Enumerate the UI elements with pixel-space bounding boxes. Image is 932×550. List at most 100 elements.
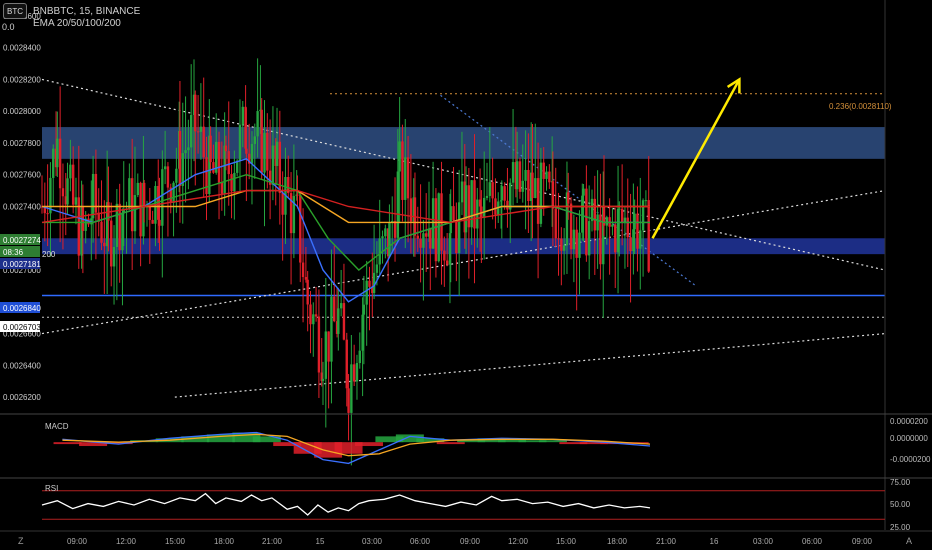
candle-body [406,157,410,199]
candle-body [321,378,325,381]
candle-body [71,164,75,205]
candle-body [46,213,49,215]
time-tick-label: 06:00 [802,537,823,546]
candle-body [312,314,315,325]
candle-body [506,200,509,210]
candle-body [518,161,522,192]
candle-body [378,238,381,265]
candle-body [419,238,422,248]
candle-body [281,193,284,215]
candle-body [61,188,65,197]
time-tick-label: 21:00 [262,537,283,546]
candle-body [401,141,404,200]
candle-body [457,202,461,254]
candle-body [112,246,116,267]
price-tick-label: 0.0028200 [3,75,41,84]
rsi-label: RSI [45,484,58,493]
candle-body [166,166,170,188]
candle-body [358,350,361,364]
auto-scale-icon[interactable]: A [906,536,912,546]
candle-body [309,304,312,325]
indicator-line: EMA 20/50/100/200 [33,18,121,29]
log-scale-icon[interactable]: Z [18,536,24,546]
candle-body [330,296,333,362]
candle-body [66,178,69,205]
partial-top-label: 0.0 [2,22,15,32]
candle-body [639,230,642,249]
candle-body [575,229,578,258]
price-tick-label: 0.0026200 [3,393,41,402]
candle-body [151,219,154,224]
candle-body [199,126,203,132]
candle-body [605,217,609,226]
candle-body [569,203,573,250]
candle-body [352,364,356,382]
candle-body [587,221,591,256]
candle-body [49,177,52,214]
candle-body [445,260,449,265]
price-tick-label: 0.0026400 [3,361,41,370]
candle-body [431,198,435,249]
candle-body [260,109,263,173]
candle-body [384,228,387,237]
price-tick-label: 0.0028000 [3,107,41,116]
candle-body [103,242,106,247]
candle-body [196,131,200,133]
candle-body [567,192,570,204]
candle-body [611,224,614,227]
candle-body [365,280,368,305]
candle-body [562,245,566,251]
candle-body [473,180,476,229]
candle-body [644,200,648,202]
candle-body [626,217,629,238]
chart-canvas[interactable]: MACD 0.0000200 0.0000000 -0.0000200 RSI 75.0… [0,0,932,550]
candle-body [623,217,627,223]
candle-body [56,138,59,168]
candle-body [299,194,302,263]
candle-body [396,171,400,238]
candle-body [375,264,379,273]
macd-label: MACD [45,422,69,431]
candle-body [425,233,428,237]
candle-body [618,208,621,210]
candle-body [263,132,266,173]
macd-histogram-bar [354,442,383,447]
candle-body [161,169,164,226]
candle-body [317,316,321,373]
time-tick-label: 03:00 [362,537,383,546]
candle-body [633,213,636,230]
price-tick-label: 0.0027800 [3,139,41,148]
candle-body [629,237,632,252]
candle-body [181,153,184,186]
candle-body [139,182,142,237]
candle-body [130,178,134,232]
time-tick-label: 18:00 [214,537,235,546]
candle-body [509,182,512,210]
candle-body [511,162,515,183]
candle-body [596,214,599,231]
macd-histogram-bar [53,442,82,445]
symbol-badge[interactable]: BTC [3,3,27,19]
dotted-level-label: 0.0026703 [3,323,41,332]
candle-body [266,132,269,171]
supply-zone [42,127,885,159]
candle-body [58,138,62,189]
candle-body [142,182,146,207]
macd-tick-label: 0.0000000 [890,434,928,443]
demand-level-label: 0.0027181 [3,260,41,269]
candle-body [133,195,137,232]
candle-body [542,162,545,179]
candle-body [74,197,78,205]
candle-body [202,126,205,158]
candle-body [404,157,407,200]
candle-body [534,178,537,199]
candle-body [557,238,560,240]
time-tick-label: 18:00 [607,537,628,546]
candle-body [220,182,224,194]
candle-body [337,308,340,334]
candle-body [485,195,489,198]
candle-body [467,185,471,228]
macd-histogram-bar [538,440,567,443]
candle-body [470,180,473,228]
candle-body [488,182,492,196]
